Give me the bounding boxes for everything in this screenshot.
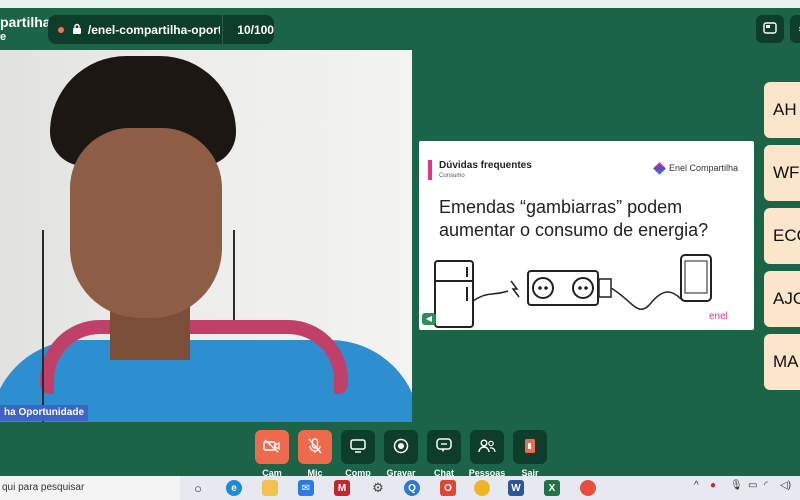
lock-icon	[72, 23, 82, 37]
file-explorer-icon[interactable]	[262, 480, 278, 496]
person-collar	[40, 320, 348, 394]
battery-icon[interactable]: ▭	[748, 480, 757, 491]
side-button-4[interactable]: AJO	[764, 271, 800, 327]
mic-button[interactable]	[298, 430, 332, 464]
volume-icon[interactable]: ◁)	[780, 480, 791, 491]
excel-icon[interactable]: X	[544, 480, 560, 496]
chat-button[interactable]	[427, 430, 461, 464]
speaker-icon[interactable]: ◀	[422, 313, 436, 325]
room-title-text: partilha	[0, 14, 51, 30]
participant-video	[0, 50, 412, 422]
slide-brand-text: Enel Compartilha	[669, 163, 739, 173]
divider	[222, 15, 224, 44]
slide-question: Emendas “gambiarras” podem aumentar o co…	[439, 197, 709, 240]
live-dot-icon	[58, 26, 64, 33]
layout-button[interactable]	[756, 15, 784, 43]
earphone-wire-left	[42, 230, 44, 422]
shared-slide: Dúvidas frequentes Consumo Enel Comparti…	[419, 141, 754, 330]
browser-top-strip	[0, 0, 800, 8]
slide-title: Dúvidas frequentes	[439, 160, 532, 171]
side-button-3[interactable]: ECO	[764, 208, 800, 264]
taskbar-search[interactable]: qui para pesquisar	[0, 476, 180, 500]
chrome-icon[interactable]	[474, 480, 490, 496]
screen-share-icon	[350, 438, 366, 456]
side-button-2[interactable]: WF	[764, 145, 800, 201]
exit-button[interactable]	[513, 430, 547, 464]
side-button-1[interactable]: AH	[764, 82, 800, 138]
enel-logo-text: enel	[709, 311, 728, 322]
antivirus-icon[interactable]: M	[334, 480, 350, 496]
slide-illustration	[434, 254, 712, 328]
record-icon	[393, 438, 409, 457]
slide-subtitle: Consumo	[439, 173, 465, 179]
participants-count: 10/100	[237, 22, 274, 37]
room-url: /enel-compartilha-oport...	[87, 22, 221, 37]
camera-off-icon	[263, 438, 281, 456]
windows-taskbar: qui para pesquisar ○ e ✉ M ⚙ Q O W X ^ ●…	[0, 476, 800, 500]
exit-icon	[523, 438, 537, 457]
fridge-icon	[434, 260, 474, 328]
task-view-icon[interactable]: ○	[190, 480, 206, 496]
slide-accent-bar	[428, 160, 432, 180]
settings-app-icon[interactable]: ⚙	[370, 480, 386, 496]
camera-button[interactable]	[255, 430, 289, 464]
phone-icon	[680, 254, 712, 302]
mail-icon[interactable]: ✉	[298, 480, 314, 496]
mic-off-icon	[308, 437, 322, 457]
chat-icon	[436, 438, 452, 456]
room-url-pill[interactable]: /enel-compartilha-oport... 10/100	[48, 15, 274, 44]
tray-overflow-icon[interactable]: ^	[694, 480, 699, 491]
room-title: partilha e	[0, 15, 51, 45]
slide-brand: Enel Compartilha	[653, 161, 739, 175]
participant-name-chip: ha Oportunidade	[0, 405, 88, 421]
office-icon[interactable]: O	[440, 480, 456, 496]
room-subtitle: e	[0, 31, 7, 43]
screen-share-button[interactable]	[341, 430, 375, 464]
settings-button[interactable]: ⚙	[790, 15, 800, 43]
layout-icon	[763, 21, 777, 38]
spark-icon	[510, 280, 520, 298]
edge-icon[interactable]: e	[226, 480, 242, 496]
people-icon	[478, 439, 496, 456]
word-icon[interactable]: W	[508, 480, 524, 496]
search-app-icon[interactable]: Q	[404, 480, 420, 496]
power-strip-icon	[527, 270, 599, 306]
microphone-tray-icon[interactable]: 🎙	[730, 480, 743, 491]
enel-logo-icon	[653, 161, 666, 175]
earphone-wire-right	[233, 230, 235, 320]
wifi-icon[interactable]: ◜	[764, 480, 768, 491]
chrome-profile-icon[interactable]	[580, 480, 596, 496]
record-button[interactable]	[384, 430, 418, 464]
people-button[interactable]	[470, 430, 504, 464]
tray-app-icon[interactable]: ●	[710, 480, 716, 491]
side-button-5[interactable]: MA	[764, 334, 800, 390]
person-face	[70, 128, 222, 318]
